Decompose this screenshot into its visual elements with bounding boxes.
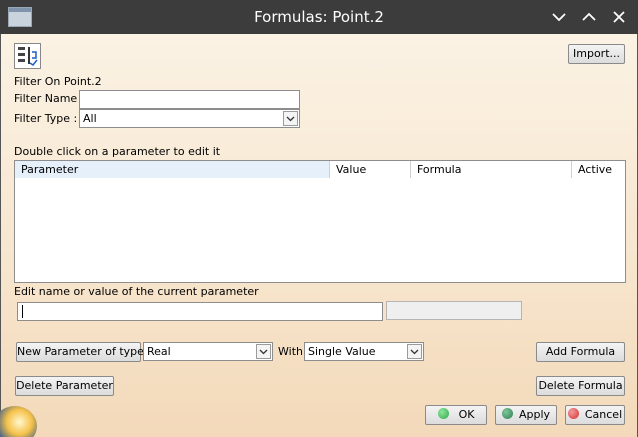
- cancel-icon: [567, 408, 579, 419]
- window-titlebar[interactable]: Formulas: Point.2: [0, 0, 638, 34]
- parameter-type-select[interactable]: Real: [143, 342, 273, 361]
- filter-type-label: Filter Type :: [14, 112, 78, 125]
- column-header-formula[interactable]: Formula: [411, 161, 572, 178]
- filter-type-select[interactable]: All: [79, 109, 300, 128]
- chevron-down-icon[interactable]: [407, 344, 422, 359]
- column-header-active[interactable]: Active: [572, 161, 625, 178]
- ok-check-icon: [437, 408, 449, 419]
- parameters-hint: Double click on a parameter to edit it: [14, 145, 221, 158]
- value-kind-select[interactable]: Single Value: [304, 342, 424, 361]
- formulas-dialog: Import... Filter On Point.2 Filter Name …: [0, 34, 638, 437]
- chevron-down-icon[interactable]: [283, 111, 298, 126]
- edit-parameter-name-input[interactable]: [17, 302, 383, 321]
- filter-type-value: All: [83, 112, 97, 125]
- maximize-icon[interactable]: [580, 8, 598, 26]
- column-header-parameter[interactable]: Parameter: [15, 161, 330, 178]
- apply-icon: [501, 408, 513, 419]
- ok-button[interactable]: OK: [425, 405, 487, 425]
- filter-on-label: Filter On Point.2: [14, 75, 102, 88]
- with-label: With: [278, 345, 303, 358]
- edit-parameter-label: Edit name or value of the current parame…: [14, 285, 259, 298]
- formula-list-icon[interactable]: [14, 43, 41, 69]
- filter-name-label: Filter Name :: [14, 92, 85, 105]
- edit-parameter-value-input[interactable]: [386, 301, 522, 320]
- apply-button[interactable]: Apply: [495, 405, 557, 425]
- parameters-table[interactable]: Parameter Value Formula Active: [14, 160, 626, 283]
- text-cursor: [22, 305, 23, 318]
- delete-formula-button[interactable]: Delete Formula: [536, 376, 625, 396]
- import-button[interactable]: Import...: [568, 44, 625, 64]
- chevron-down-icon[interactable]: [256, 344, 271, 359]
- column-header-value[interactable]: Value: [330, 161, 411, 178]
- filter-name-input[interactable]: [79, 90, 300, 109]
- add-formula-button[interactable]: Add Formula: [536, 342, 625, 362]
- cancel-button[interactable]: Cancel: [565, 405, 625, 425]
- new-parameter-button[interactable]: New Parameter of type: [16, 342, 144, 362]
- close-icon[interactable]: [610, 8, 628, 26]
- delete-parameter-button[interactable]: Delete Parameter: [15, 376, 114, 396]
- table-header: Parameter Value Formula Active: [15, 161, 625, 178]
- decorative-globe-icon: [0, 406, 37, 437]
- minimize-icon[interactable]: [550, 8, 568, 26]
- window-title: Formulas: Point.2: [254, 8, 384, 26]
